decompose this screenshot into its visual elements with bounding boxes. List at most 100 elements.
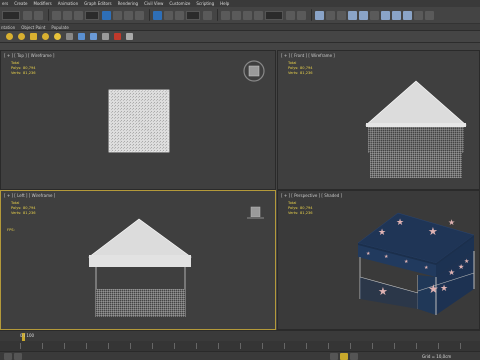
render-iterative-icon[interactable] xyxy=(403,10,412,20)
viewport-top[interactable]: [ + ] [ Top ] [ Wireframe ] Total Polys:… xyxy=(0,50,276,190)
select-move-icon[interactable] xyxy=(153,10,162,20)
stats-verts-value: 81,236 xyxy=(300,211,313,215)
toolbar-separator xyxy=(48,9,49,21)
scene-explorer-icon[interactable] xyxy=(326,10,335,20)
spacewarp-icon[interactable] xyxy=(90,33,97,40)
redo-icon[interactable] xyxy=(34,10,43,20)
menu-item-rendering[interactable]: Rendering xyxy=(118,1,138,6)
select-object-icon[interactable] xyxy=(102,10,111,20)
lock-selection-icon[interactable] xyxy=(330,353,338,360)
link-icon[interactable] xyxy=(52,10,61,20)
time-slider[interactable]: 0 / 100 xyxy=(0,330,480,341)
top-view-model xyxy=(108,60,265,153)
layer-explorer-icon[interactable] xyxy=(315,10,324,20)
ribbon-tabs: ntation Object Paint Populate xyxy=(0,24,480,31)
bind-space-warp-icon[interactable] xyxy=(74,10,83,20)
ruler-tick xyxy=(218,343,219,349)
tab-populate[interactable]: Populate xyxy=(51,25,68,30)
spinner-snap-icon[interactable] xyxy=(254,10,263,20)
render-production-icon[interactable] xyxy=(392,10,401,20)
star-icon: ★ xyxy=(464,258,469,265)
render-cloud-icon[interactable] xyxy=(414,10,423,20)
statistics-overlay: Total Polys: 80,794 Verts: 81,236 xyxy=(11,61,36,76)
schematic-view-icon[interactable] xyxy=(348,10,357,20)
ruler-tick xyxy=(86,343,87,349)
auto-key-button[interactable] xyxy=(340,353,348,360)
cone-icon[interactable] xyxy=(18,33,25,40)
menu-item-layers[interactable]: ers xyxy=(2,1,8,6)
menu-item-modifiers[interactable]: Modifiers xyxy=(34,1,52,6)
sphere-icon[interactable] xyxy=(6,33,13,40)
stats-polys-value: 80,794 xyxy=(300,66,313,70)
viewport-front[interactable]: [ + ] [ Front ] [ Wireframe ] Total Poly… xyxy=(277,50,480,190)
menu-item-scripting[interactable]: Scripting xyxy=(196,1,214,6)
viewport-left[interactable]: [ + ] [ Left ] [ Wireframe ] Total Polys… xyxy=(0,190,276,330)
stats-verts-label: Verts: xyxy=(288,71,299,75)
track-bar[interactable] xyxy=(0,341,480,351)
render-setup-icon[interactable] xyxy=(370,10,379,20)
reference-coordinate-dropdown[interactable] xyxy=(186,10,200,20)
rendered-frame-window-icon[interactable] xyxy=(381,10,390,20)
rectangle-selection-icon[interactable] xyxy=(124,10,133,20)
angle-snap-icon[interactable] xyxy=(232,10,241,20)
system-icon[interactable] xyxy=(102,33,109,40)
mirror-icon[interactable] xyxy=(286,10,295,20)
camera-icon[interactable] xyxy=(66,33,73,40)
material-editor-icon[interactable] xyxy=(359,10,368,20)
shapes-icon[interactable] xyxy=(126,33,133,40)
window-crossing-icon[interactable] xyxy=(135,10,144,20)
ruler-tick xyxy=(20,343,21,349)
ruler-tick xyxy=(328,343,329,349)
curve-editor-icon[interactable] xyxy=(337,10,346,20)
percent-snap-icon[interactable] xyxy=(243,10,252,20)
helper-icon[interactable] xyxy=(78,33,85,40)
stats-polys-value: 80,794 xyxy=(23,206,36,210)
unlink-icon[interactable] xyxy=(63,10,72,20)
star-icon: ★ xyxy=(396,218,404,228)
toolbar-separator xyxy=(149,9,150,21)
ruler-tick xyxy=(42,343,43,349)
star-icon: ★ xyxy=(366,251,371,257)
ruler-tick xyxy=(438,343,439,349)
stats-polys-value: 80,794 xyxy=(300,206,313,210)
viewport-perspective[interactable]: [ + ] [ Perspective ] [ Shaded ] ★ ★ ★ ★… xyxy=(277,190,480,330)
bone-icon[interactable] xyxy=(114,33,121,40)
snaps-toggle-icon[interactable] xyxy=(221,10,230,20)
teapot-icon[interactable] xyxy=(42,33,49,40)
a360-icon[interactable] xyxy=(425,10,434,20)
named-selection-dropdown[interactable] xyxy=(265,10,283,20)
select-scale-icon[interactable] xyxy=(175,10,184,20)
ruler-tick xyxy=(196,343,197,349)
maxscript-listener-icon[interactable] xyxy=(4,353,12,360)
pivot-icon[interactable] xyxy=(203,10,212,20)
box-icon[interactable] xyxy=(30,33,37,40)
light-icon[interactable] xyxy=(54,33,61,40)
left-view-model xyxy=(88,206,264,317)
tab-modeling[interactable]: ntation xyxy=(1,25,15,30)
star-icon: ★ xyxy=(378,285,388,298)
stats-verts-value: 81,236 xyxy=(23,71,36,75)
star-icon: ★ xyxy=(440,284,448,294)
menu-item-customize[interactable]: Customize xyxy=(169,1,190,6)
select-rotate-icon[interactable] xyxy=(164,10,173,20)
menu-item-create[interactable]: Create xyxy=(14,1,27,6)
star-icon: ★ xyxy=(428,282,439,296)
selection-filter-dropdown[interactable] xyxy=(85,10,99,20)
undo-icon[interactable] xyxy=(23,10,32,20)
menu-item-graph-editors[interactable]: Graph Editors xyxy=(84,1,111,6)
tab-object-paint[interactable]: Object Paint xyxy=(21,25,45,30)
menu-item-animation[interactable]: Animation xyxy=(58,1,78,6)
ruler-tick xyxy=(460,343,461,349)
create-toolbar xyxy=(0,31,480,43)
set-key-button[interactable] xyxy=(350,353,358,360)
select-by-name-icon[interactable] xyxy=(113,10,122,20)
star-icon: ★ xyxy=(384,254,389,260)
star-icon: ★ xyxy=(448,218,455,227)
ruler-tick xyxy=(306,343,307,349)
workspace-dropdown[interactable] xyxy=(2,10,20,20)
menu-item-help[interactable]: Help xyxy=(220,1,229,6)
menu-item-civil-view[interactable]: Civil View xyxy=(144,1,163,6)
stats-verts-value: 81,236 xyxy=(300,71,313,75)
align-icon[interactable] xyxy=(297,10,306,20)
isolate-selection-icon[interactable] xyxy=(14,353,22,360)
